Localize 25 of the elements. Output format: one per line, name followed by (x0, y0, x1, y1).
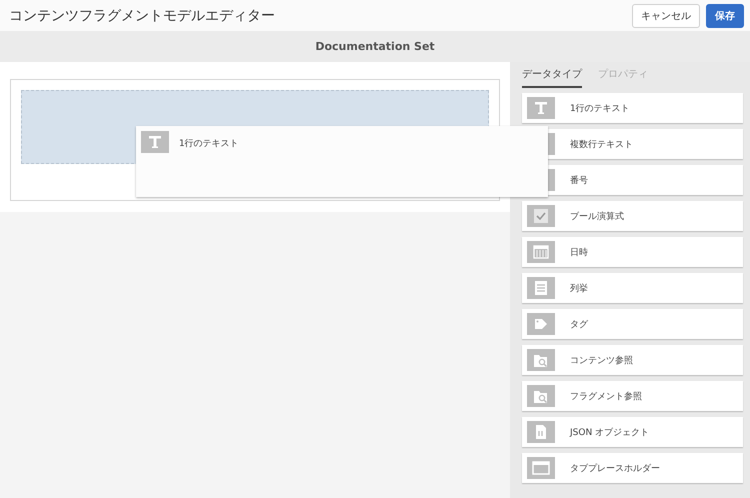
save-button[interactable]: 保存 (706, 4, 744, 28)
folder-search-icon (527, 385, 555, 407)
data-type-item[interactable]: フラグメント参照 (522, 381, 743, 411)
checkbox-icon (527, 205, 555, 227)
data-type-item[interactable]: コンテンツ参照 (522, 345, 743, 375)
data-type-item[interactable]: タグ (522, 309, 743, 339)
cancel-button[interactable]: キャンセル (632, 4, 700, 28)
panel-tab[interactable]: データタイプ (522, 66, 582, 88)
page-title: コンテンツフラグメントモデルエディター (9, 6, 275, 24)
letter-t-icon (527, 97, 555, 119)
letter-t-icon (141, 131, 169, 153)
tag-icon (527, 313, 555, 335)
data-type-item[interactable]: 1行のテキスト (522, 93, 743, 123)
data-type-item[interactable]: JSON オブジェクト (522, 417, 743, 447)
data-type-item[interactable]: 列挙 (522, 273, 743, 303)
folder-search-icon (527, 349, 555, 371)
document-icon (527, 421, 555, 443)
drag-preview-tooltip[interactable]: 1行のテキスト (136, 126, 548, 197)
data-type-item[interactable]: タブプレースホルダー (522, 453, 743, 483)
data-type-item[interactable]: ブール演算式 (522, 201, 743, 231)
calendar-icon (527, 241, 555, 263)
data-type-item[interactable]: 日時 (522, 237, 743, 267)
list-icon (527, 277, 555, 299)
model-title: Documentation Set (315, 40, 435, 53)
window-icon (527, 457, 555, 479)
